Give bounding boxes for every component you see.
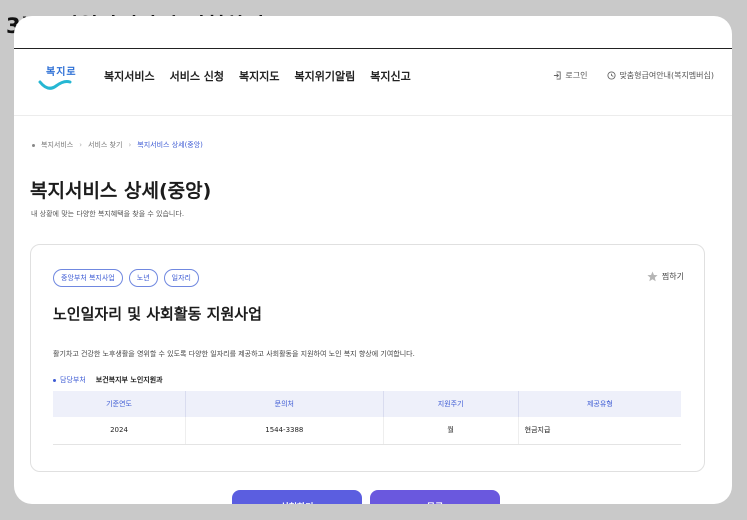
guide-icon bbox=[607, 71, 616, 80]
nav-welfare-report[interactable]: 복지신고 bbox=[370, 68, 410, 84]
breadcrumb-item-2[interactable]: 서비스 찾기 bbox=[88, 140, 122, 150]
department-label-text: 담당부처 bbox=[60, 376, 86, 384]
nav-crisis-alert[interactable]: 복지위기알림 bbox=[295, 68, 356, 84]
department-value: 보건복지부 노인지원과 bbox=[95, 376, 163, 384]
login-link[interactable]: 로그인 bbox=[553, 70, 587, 81]
department-label: 담당부처 bbox=[53, 375, 86, 385]
department-info: 담당부처 보건복지부 노인지원과 bbox=[53, 375, 163, 385]
breadcrumb-separator: › bbox=[128, 141, 132, 149]
list-button[interactable]: 목록 bbox=[370, 490, 500, 504]
table-row: 2024 1544-3388 월 현금지급 bbox=[53, 417, 681, 445]
action-buttons: 신청하기 목록 bbox=[232, 490, 500, 504]
service-title: 노인일자리 및 사회활동 지원사업 bbox=[53, 305, 262, 323]
th-type: 제공유형 bbox=[518, 391, 681, 417]
main-nav: 복지서비스 서비스 신청 복지지도 복지위기알림 복지신고 bbox=[104, 68, 411, 84]
service-description: 활기차고 건강한 노후생활을 영위할 수 있도록 다양한 일자리를 제공하고 사… bbox=[53, 350, 415, 358]
login-icon bbox=[554, 71, 561, 80]
th-contact: 문의처 bbox=[185, 391, 384, 417]
star-icon bbox=[647, 271, 658, 282]
service-info-table: 기준연도 문의처 지원주기 제공유형 2024 1544-3388 월 현금지급 bbox=[53, 391, 681, 445]
login-label: 로그인 bbox=[565, 71, 588, 80]
divider-line bbox=[14, 48, 732, 49]
utility-links: 로그인 맞춤형급여안내(복지멤버십) bbox=[553, 70, 714, 81]
logo-wave-icon bbox=[38, 80, 72, 90]
tag-central-ministry[interactable]: 중앙부처 복지사업 bbox=[53, 269, 123, 287]
th-cycle: 지원주기 bbox=[383, 391, 519, 417]
td-cycle: 월 bbox=[383, 417, 519, 445]
table-header-row: 기준연도 문의처 지원주기 제공유형 bbox=[53, 391, 681, 417]
nav-welfare-map[interactable]: 복지지도 bbox=[239, 68, 279, 84]
nav-welfare-service[interactable]: 복지서비스 bbox=[104, 68, 155, 84]
service-detail-panel: 중앙부처 복지사업 노년 일자리 찜하기 노인일자리 및 사회활동 지원사업 활… bbox=[30, 244, 705, 472]
custom-guide-link[interactable]: 맞춤형급여안내(복지멤버십) bbox=[607, 70, 714, 81]
page-description: 내 상황에 맞는 다양한 복지혜택을 찾을 수 있습니다. bbox=[31, 210, 185, 218]
breadcrumb-separator: › bbox=[79, 141, 83, 149]
home-bullet bbox=[32, 143, 35, 147]
apply-button[interactable]: 신청하기 bbox=[232, 490, 362, 504]
department-bullet bbox=[53, 378, 56, 382]
tag-jobs[interactable]: 일자리 bbox=[163, 269, 199, 287]
service-tags: 중앙부처 복지사업 노년 일자리 bbox=[53, 269, 199, 287]
td-contact: 1544-3388 bbox=[185, 417, 384, 445]
breadcrumb-current: 복지서비스 상세(중앙) bbox=[137, 141, 203, 149]
favorite-button[interactable]: 찜하기 bbox=[647, 271, 684, 282]
custom-guide-label: 맞춤형급여안내(복지멤버십) bbox=[619, 71, 714, 80]
breadcrumb: 복지서비스 › 서비스 찾기 › 복지서비스 상세(중앙) bbox=[32, 140, 203, 150]
site-header: 복지로 복지서비스 서비스 신청 복지지도 복지위기알림 복지신고 로그인 맞춤… bbox=[14, 54, 732, 116]
browser-screenshot-frame: 복지로 복지서비스 서비스 신청 복지지도 복지위기알림 복지신고 로그인 맞춤… bbox=[14, 16, 732, 504]
tag-elderly[interactable]: 노년 bbox=[128, 269, 158, 287]
th-year: 기준연도 bbox=[53, 391, 187, 417]
favorite-label: 찜하기 bbox=[661, 272, 684, 281]
td-type: 현금지급 bbox=[518, 417, 681, 445]
breadcrumb-item-1[interactable]: 복지서비스 bbox=[41, 140, 73, 150]
td-year: 2024 bbox=[53, 417, 187, 445]
logo-text: 복지로 bbox=[46, 67, 77, 78]
site-logo[interactable]: 복지로 bbox=[38, 62, 78, 96]
nav-service-apply[interactable]: 서비스 신청 bbox=[170, 68, 224, 84]
page-title: 복지서비스 상세(중앙) bbox=[30, 180, 212, 202]
